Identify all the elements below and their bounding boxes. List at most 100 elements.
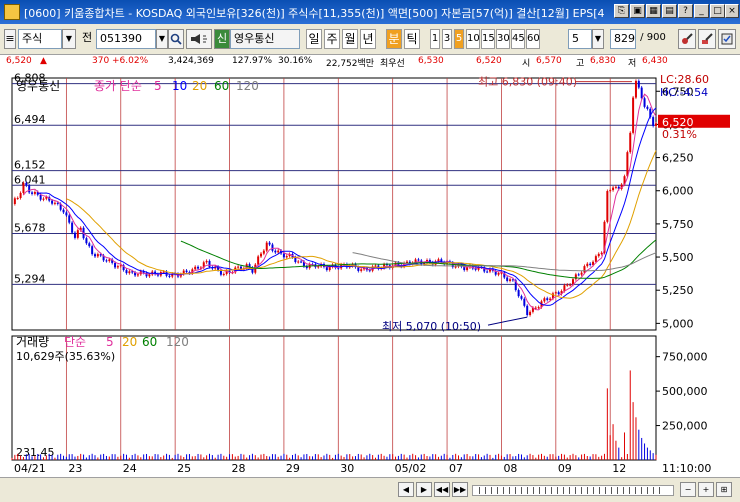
candle-body — [586, 263, 589, 267]
minute-1[interactable]: 1 — [430, 29, 440, 49]
help-icon[interactable]: ? — [678, 4, 693, 18]
candle-body — [73, 232, 76, 238]
code-dropdown-icon[interactable]: ▼ — [156, 29, 168, 49]
quote-high: 6,830 — [590, 56, 616, 66]
pin-icon[interactable] — [678, 29, 696, 49]
scroll-track[interactable] — [472, 485, 674, 496]
quote-open: 6,570 — [536, 56, 562, 66]
search-icon[interactable] — [168, 29, 184, 49]
quote-volume: 3,424,369 — [168, 56, 214, 66]
speaker-icon[interactable] — [186, 29, 212, 49]
stock-code-input[interactable]: 051390 — [96, 29, 156, 49]
quote-amount: 22,752백만 — [326, 59, 375, 69]
link-icon[interactable]: ⎘ — [614, 4, 629, 18]
candle-body — [597, 253, 600, 257]
window-title: [0600] 키움종합차트 - KOSDAQ 외국인보유[326(천)] 주식수… — [24, 7, 605, 20]
scroll-first-button[interactable]: ◀◀ — [434, 482, 450, 497]
zoom-in-button[interactable]: + — [698, 482, 714, 497]
minute-45[interactable]: 45 — [511, 29, 525, 49]
quote-low: 6,430 — [642, 56, 668, 66]
reference-label: 5,678 — [14, 221, 46, 234]
minute-30[interactable]: 30 — [496, 29, 510, 49]
settings-icon[interactable] — [718, 29, 736, 49]
count-input[interactable]: 829 — [610, 29, 636, 49]
layout-icon[interactable]: ▣ — [630, 4, 645, 18]
fit-icon[interactable]: ⊞ — [716, 482, 732, 497]
minute-15[interactable]: 15 — [481, 29, 495, 49]
candle-body — [285, 256, 288, 258]
candle-body — [257, 256, 260, 265]
candle-body — [282, 253, 285, 258]
grid-icon[interactable]: ▦ — [646, 4, 661, 18]
legend-period-120: 120 — [236, 79, 259, 93]
hc-label: HC:-4.54 — [660, 86, 708, 99]
close-button[interactable]: × — [725, 4, 739, 18]
period-day[interactable]: 일 — [306, 29, 322, 49]
candle-body — [634, 80, 637, 98]
interval-dropdown-icon[interactable]: ▼ — [592, 29, 604, 49]
market-select[interactable]: 주식 — [18, 29, 62, 49]
last-pct-label: 0.31% — [662, 128, 697, 141]
minute-60[interactable]: 60 — [526, 29, 540, 49]
x-tick-label: 28 — [232, 462, 246, 475]
quote-price: 6,520 — [6, 56, 32, 66]
chart-window: [0600] 키움종합차트 - KOSDAQ 외국인보유[326(천)] 주식수… — [0, 0, 740, 502]
candle-body — [506, 277, 509, 281]
tools-icon[interactable] — [698, 29, 716, 49]
zoom-out-button[interactable]: − — [680, 482, 696, 497]
reference-label: 6,494 — [14, 113, 46, 126]
quote-best-ask-label: 최우선 — [380, 59, 405, 69]
candle-body — [222, 273, 225, 275]
candle-body — [600, 252, 603, 254]
candle-body — [194, 266, 197, 270]
market-dropdown-icon[interactable]: ▼ — [62, 29, 76, 49]
scroll-left-button[interactable]: ◀ — [398, 482, 414, 497]
scroll-last-button[interactable]: ▶▶ — [452, 482, 468, 497]
interval-input[interactable]: 5 — [568, 29, 592, 49]
candle-body — [652, 117, 655, 126]
candle-body — [566, 284, 569, 286]
candle-body — [108, 259, 111, 262]
maximize-button[interactable]: □ — [710, 4, 725, 18]
period-year[interactable]: 년 — [360, 29, 376, 49]
candle-body — [297, 261, 300, 263]
candle-body — [148, 274, 151, 277]
candle-body — [374, 265, 377, 267]
period-tick[interactable]: 틱 — [404, 29, 420, 49]
legend-period-10: 10 — [172, 79, 187, 93]
menu-icon[interactable]: ≡ — [4, 29, 16, 49]
chart-area[interactable]: 04/21 23 24 25 28 29 30 05/02 07 08 09 12 6,808 6,494… — [0, 70, 740, 477]
quote-turnover: 30.16% — [278, 56, 313, 66]
minimize-button[interactable]: _ — [694, 4, 709, 18]
candle-body — [33, 192, 36, 194]
candle-body — [39, 194, 42, 200]
minute-10[interactable]: 10 — [466, 29, 480, 49]
volume-legend-period-60: 60 — [142, 335, 157, 349]
y-tick-label: 5,750 — [662, 218, 694, 231]
lc-label: LC:28.60 — [660, 73, 709, 86]
period-week[interactable]: 주 — [324, 29, 340, 49]
minute-3[interactable]: 3 — [442, 29, 452, 49]
quote-high-label: 고 — [576, 59, 585, 69]
candle-body — [474, 268, 477, 270]
scroll-right-button[interactable]: ▶ — [416, 482, 432, 497]
app-icon — [4, 4, 20, 20]
period-month[interactable]: 월 — [342, 29, 358, 49]
candle-body — [640, 87, 643, 99]
chart-svg[interactable]: 04/21 23 24 25 28 29 30 05/02 07 08 09 126,8086,494… — [0, 70, 740, 477]
minute-5[interactable]: 5 — [454, 29, 464, 49]
candle-body — [19, 192, 22, 198]
candle-body — [31, 192, 34, 194]
scroll-thumb[interactable] — [479, 487, 665, 494]
candle-body — [632, 97, 635, 133]
stock-name: 영우통신 — [230, 29, 300, 49]
candle-body — [65, 212, 68, 216]
candle-body — [537, 307, 540, 309]
candle-body — [91, 246, 94, 255]
list-icon[interactable]: ▤ — [662, 4, 677, 18]
period-minute[interactable]: 분 — [386, 29, 402, 49]
volume-current: 10,629주(35.63%) — [16, 350, 115, 363]
candle-body — [71, 222, 74, 233]
title-bar: [0600] 키움종합차트 - KOSDAQ 외국인보유[326(천)] 주식수… — [0, 0, 740, 24]
candle-body — [56, 202, 59, 204]
